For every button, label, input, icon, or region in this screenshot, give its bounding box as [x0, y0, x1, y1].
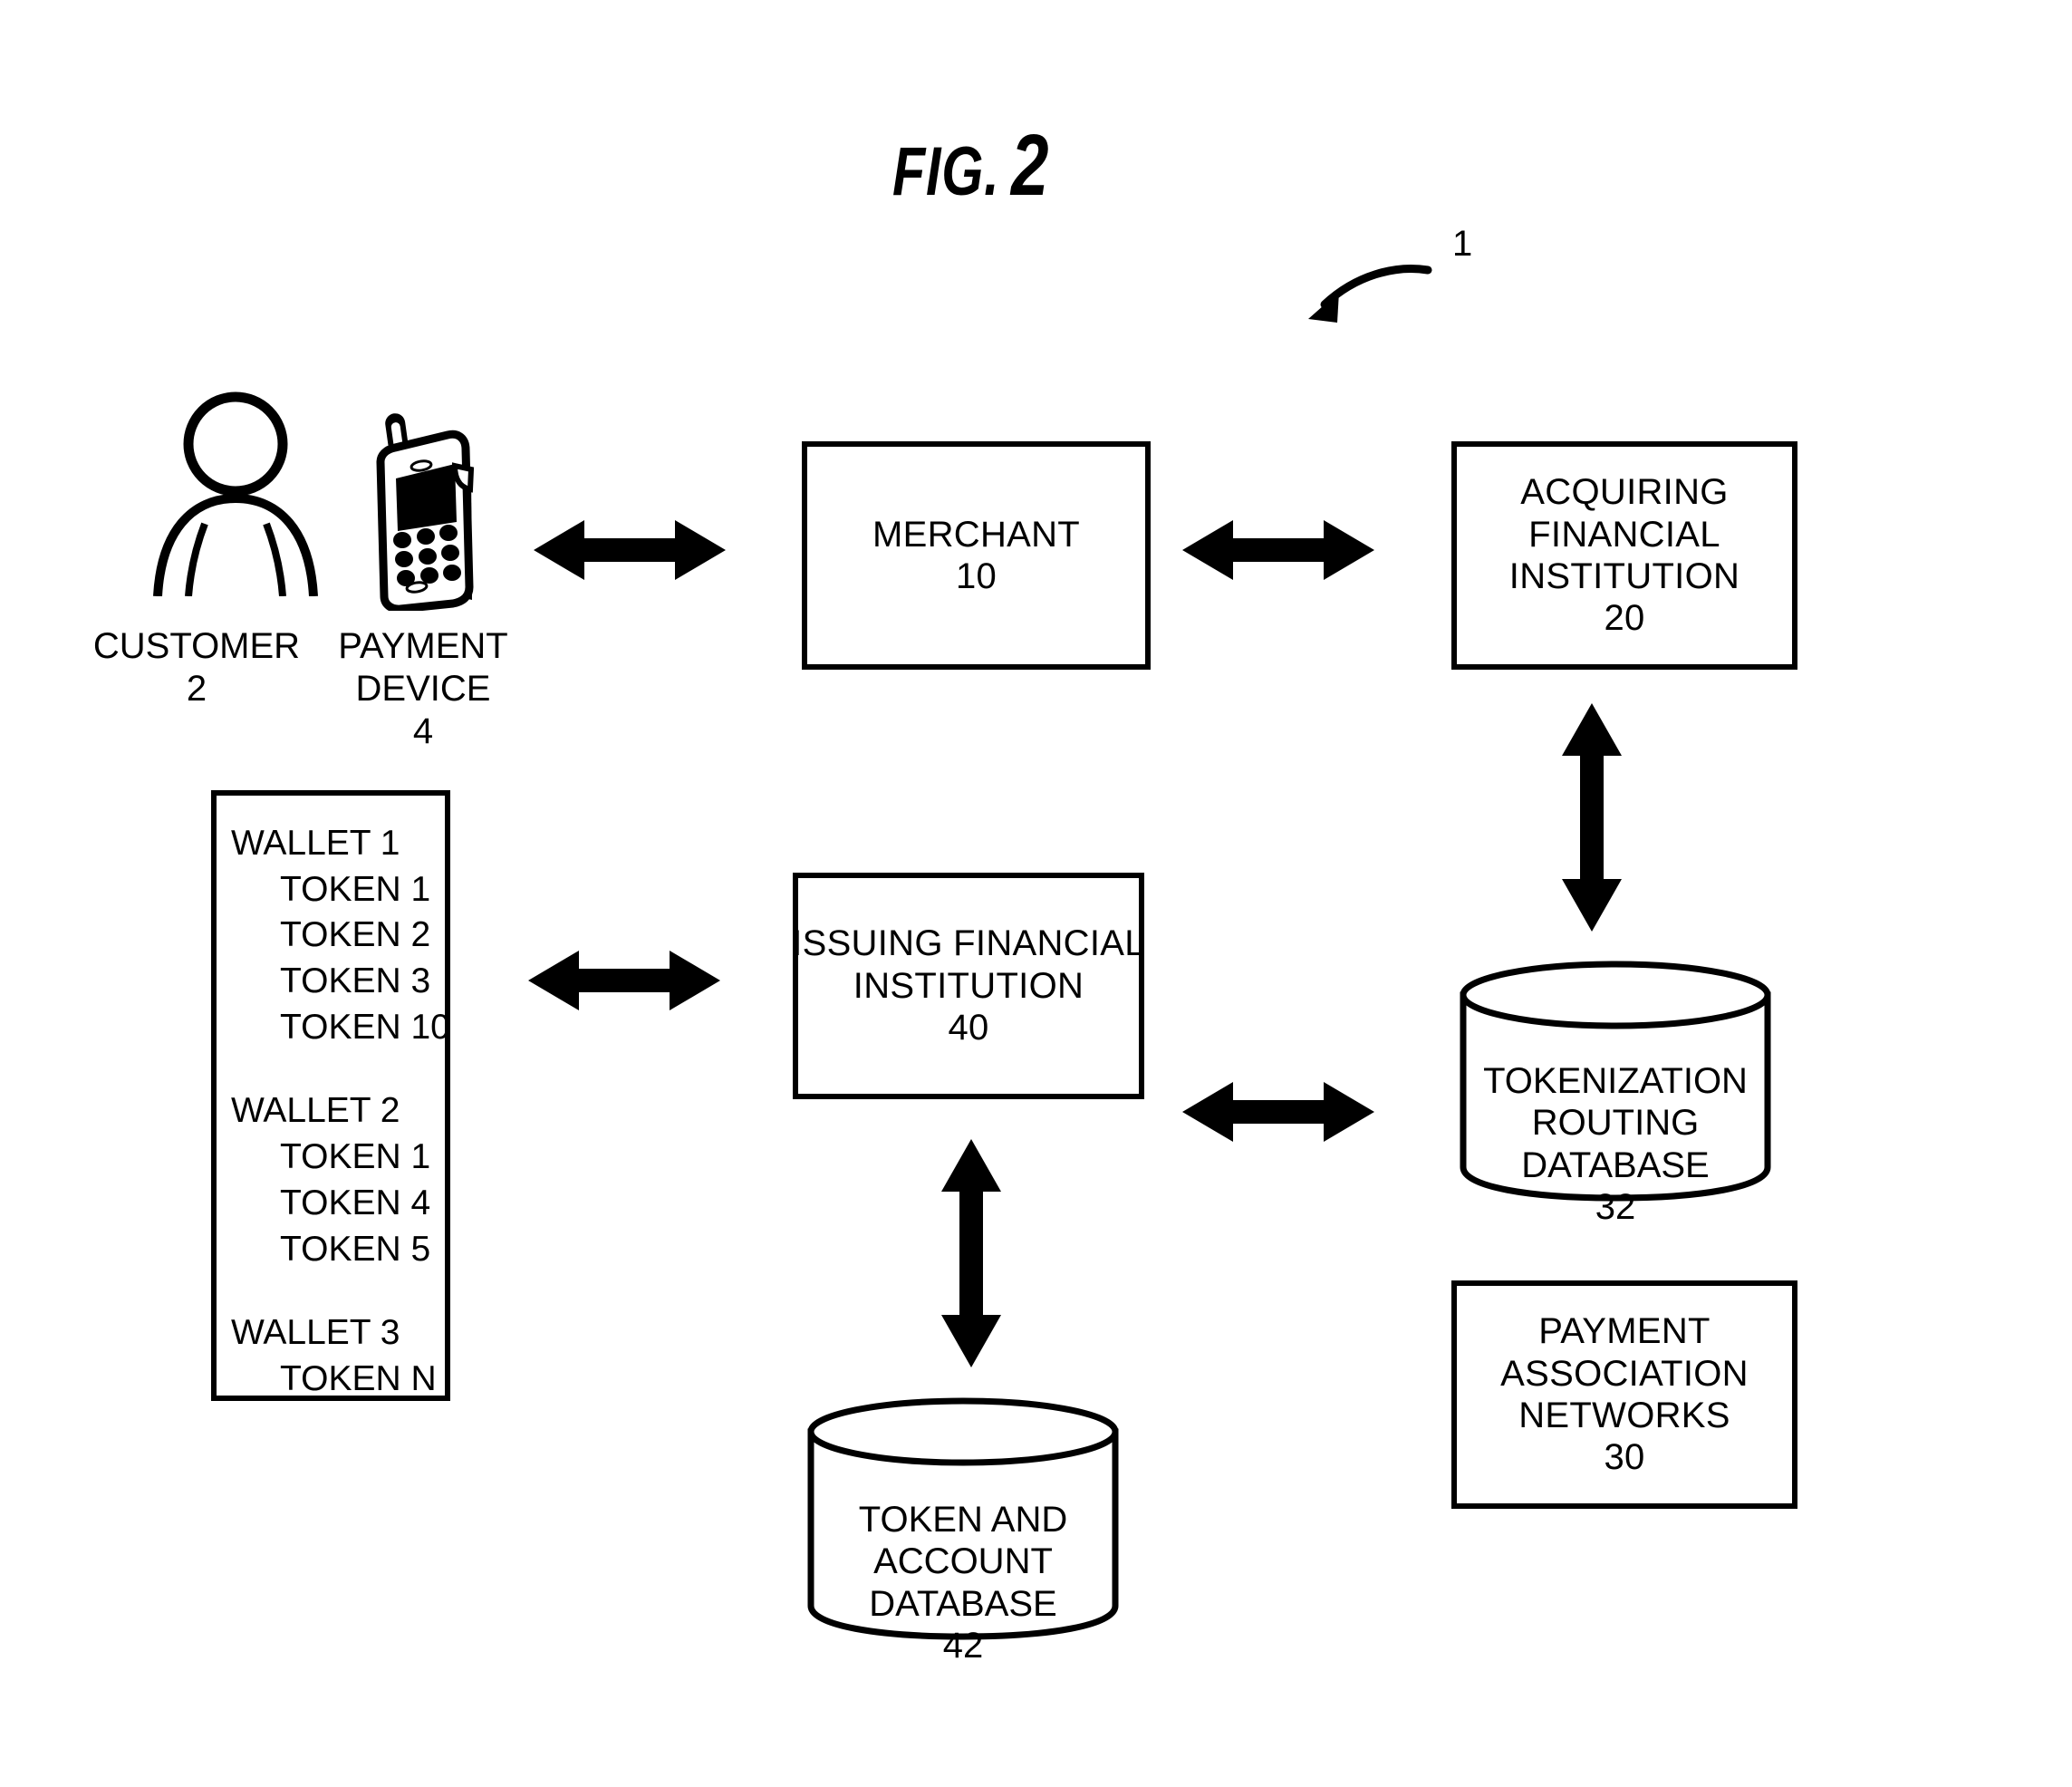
wallet-row: TOKEN 10: [280, 1007, 450, 1047]
payment-device-caption: PAYMENT DEVICE 4: [319, 625, 527, 752]
system-lead-arrow-icon: [1268, 217, 1468, 340]
arrow-customer-merchant-icon: [534, 511, 726, 589]
merchant-node: MERCHANT 10: [802, 441, 1151, 670]
customer-label: CUSTOMER: [92, 626, 301, 666]
issuing-numeral: 40: [948, 1008, 989, 1048]
wallet-token-list-box: WALLET 1 TOKEN 1 TOKEN 2 TOKEN 3 TOKEN 1…: [211, 790, 450, 1401]
wallet-row: TOKEN N: [280, 1358, 437, 1398]
acquiring-label-line3: INSTITUTION: [1508, 556, 1740, 596]
wallet-row: TOKEN 1: [280, 1137, 431, 1177]
customer-person-icon: [145, 388, 326, 596]
merchant-numeral: 10: [955, 556, 997, 596]
tokenization-routing-numeral: 32: [1595, 1187, 1636, 1228]
token-and-account-database-text: TOKEN AND ACCOUNT DATABASE 42: [805, 1499, 1122, 1667]
token-account-numeral: 42: [942, 1626, 984, 1666]
acquiring-label-line2: FINANCIAL: [1528, 514, 1720, 555]
issuing-label-line1: ISSUING FINANCIAL: [792, 923, 1145, 964]
payment-device-label-line1: PAYMENT: [338, 626, 508, 666]
tokenization-routing-label-line1: TOKENIZATION: [1483, 1061, 1748, 1101]
acquiring-financial-institution-node: ACQUIRING FINANCIAL INSTITUTION 20: [1451, 441, 1797, 670]
wallet-row-spacer: [231, 1272, 445, 1310]
token-and-account-database-node: TOKEN AND ACCOUNT DATABASE 42: [805, 1396, 1122, 1666]
arrow-merchant-acquiring-icon: [1182, 511, 1374, 589]
token-account-label-line1: TOKEN AND: [858, 1500, 1068, 1540]
payment-association-label-line1: PAYMENT: [1538, 1311, 1711, 1352]
customer-numeral: 2: [186, 668, 207, 709]
issuing-financial-institution-node: ISSUING FINANCIAL INSTITUTION 40: [792, 873, 1145, 1099]
token-account-label-line2: ACCOUNT: [873, 1541, 1053, 1582]
system-reference-numeral: 1: [1452, 224, 1473, 264]
token-account-label-line3: DATABASE: [869, 1583, 1057, 1624]
payment-association-numeral: 30: [1604, 1437, 1645, 1478]
wallet-row: TOKEN 4: [280, 1183, 431, 1222]
patent-figure-2: FIG. 2 1 CUSTOMER 2 PAYMENT DEVICE 4 WAL…: [0, 0, 2072, 1787]
wallet-row: WALLET 1: [231, 824, 400, 863]
payment-device-label-line2: DEVICE: [355, 668, 491, 709]
wallet-row: TOKEN 3: [280, 961, 431, 1001]
wallet-row: WALLET 3: [231, 1313, 400, 1353]
customer-caption: CUSTOMER 2: [83, 625, 310, 710]
wallet-row: TOKEN 2: [280, 915, 431, 955]
acquiring-label-line1: ACQUIRING: [1520, 472, 1729, 513]
arrow-issuing-tokenization-routing-icon: [1182, 1073, 1374, 1151]
acquiring-numeral: 20: [1604, 598, 1645, 639]
wallet-row-spacer: [231, 1050, 445, 1088]
tokenization-routing-database-node: TOKENIZATION ROUTING DATABASE 32: [1457, 959, 1774, 1227]
arrow-issuing-token-account-database-icon: [932, 1139, 1010, 1367]
payment-association-networks-node: PAYMENT ASSOCIATION NETWORKS 30: [1451, 1280, 1797, 1509]
payment-association-label-line2: ASSOCIATION: [1500, 1353, 1749, 1394]
figure-title-prefix: FIG.: [892, 133, 1000, 210]
merchant-label: MERCHANT: [872, 514, 1081, 555]
tokenization-routing-database-text: TOKENIZATION ROUTING DATABASE 32: [1457, 1060, 1774, 1229]
tokenization-routing-label-line2: ROUTING: [1531, 1103, 1700, 1144]
payment-device-phone-icon: [353, 402, 516, 611]
tokenization-routing-label-line3: DATABASE: [1521, 1145, 1710, 1185]
figure-title-number: 2: [1010, 117, 1050, 214]
payment-device-numeral: 4: [412, 710, 434, 751]
payment-association-label-line3: NETWORKS: [1518, 1396, 1730, 1435]
wallet-row: WALLET 2: [231, 1091, 400, 1131]
wallet-row: TOKEN 5: [280, 1229, 431, 1269]
arrow-acquiring-tokenization-routing-icon: [1553, 703, 1631, 932]
issuing-label-line2: INSTITUTION: [853, 965, 1084, 1006]
wallet-row: TOKEN 1: [280, 869, 431, 909]
figure-title: FIG. 2: [892, 116, 1049, 216]
arrow-wallet-issuing-icon: [528, 942, 720, 1019]
